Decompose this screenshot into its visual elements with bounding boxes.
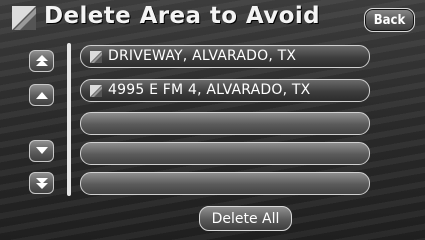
back-button[interactable]: Back <box>364 8 415 32</box>
page-up-button[interactable] <box>29 50 54 72</box>
line-up-button[interactable] <box>29 84 54 106</box>
list-item-label: DRIVEWAY, ALVARADO, TX <box>108 48 297 64</box>
delete-all-button[interactable]: Delete All <box>199 206 292 231</box>
page-down-icon <box>35 178 48 189</box>
list-item[interactable] <box>80 112 370 135</box>
area-avoid-icon <box>90 51 102 63</box>
list-item[interactable] <box>80 172 370 195</box>
header: Delete Area to Avoid Back <box>0 0 425 37</box>
line-down-icon <box>35 147 48 154</box>
screen: Delete Area to Avoid Back DRIVEWAY, ALVA… <box>0 0 425 240</box>
line-down-button[interactable] <box>29 140 54 162</box>
area-avoid-icon <box>12 6 36 30</box>
list-item-label: 4995 E FM 4, ALVARADO, TX <box>108 82 311 98</box>
list-item[interactable]: 4995 E FM 4, ALVARADO, TX <box>80 79 370 102</box>
area-avoid-icon <box>90 85 102 97</box>
line-up-icon <box>35 92 48 99</box>
page-down-button[interactable] <box>29 172 54 194</box>
page-title: Delete Area to Avoid <box>44 3 320 29</box>
page-up-icon <box>35 55 48 66</box>
list-item[interactable]: DRIVEWAY, ALVARADO, TX <box>80 45 370 68</box>
scrollbar[interactable] <box>67 43 71 196</box>
list-item[interactable] <box>80 142 370 165</box>
